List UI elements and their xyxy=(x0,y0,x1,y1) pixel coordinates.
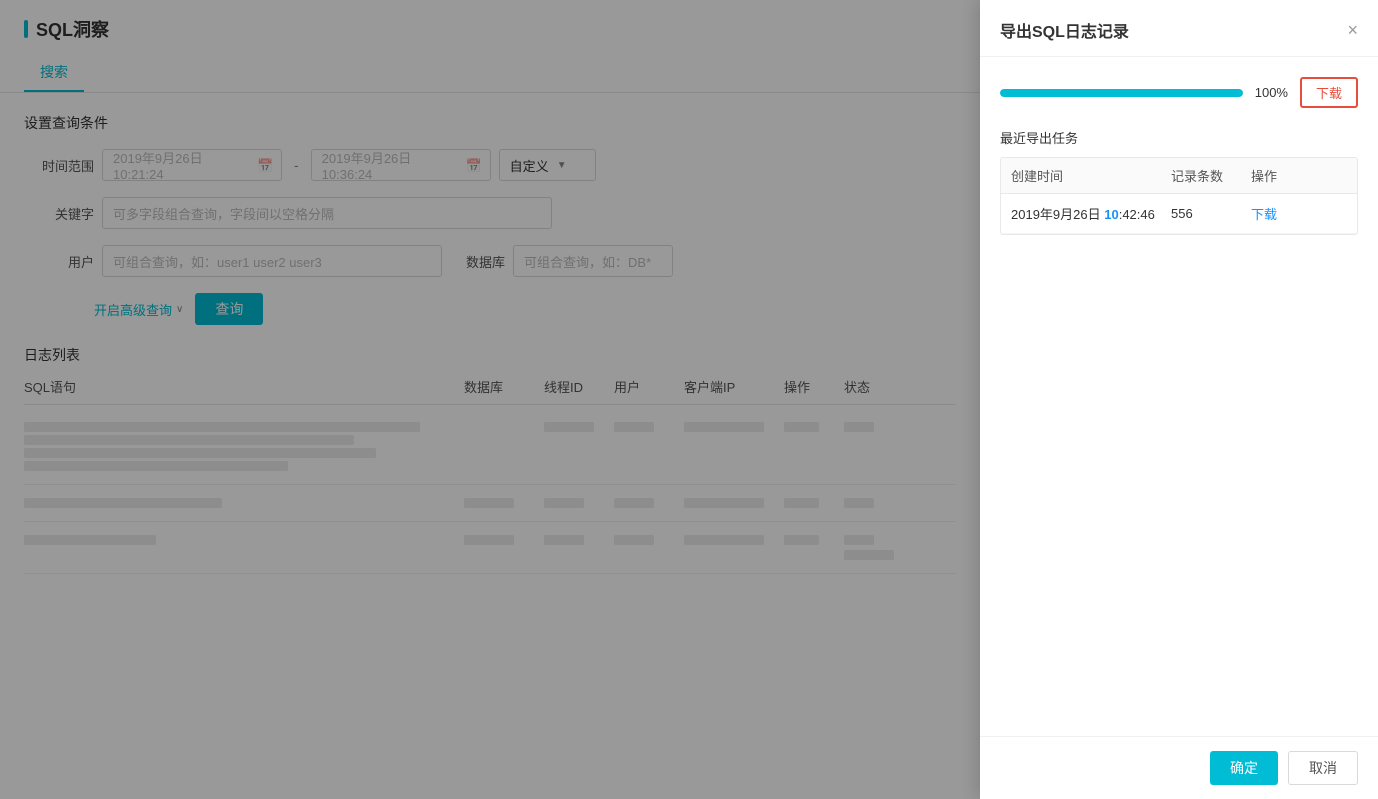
col-header-create-time: 创建时间 xyxy=(1011,166,1171,185)
progress-bar-fill xyxy=(1000,89,1243,97)
dialog-body: 100% 下载 最近导出任务 创建时间 记录条数 操作 2019年9月26日 1… xyxy=(980,57,1378,736)
col-header-action: 操作 xyxy=(1251,166,1347,185)
progress-percentage: 100% xyxy=(1255,85,1288,100)
export-download-link[interactable]: 下载 xyxy=(1251,207,1277,222)
export-count-cell: 556 xyxy=(1171,206,1251,221)
modal-overlay xyxy=(0,0,980,799)
export-action-cell: 下载 xyxy=(1251,204,1347,223)
cancel-button[interactable]: 取消 xyxy=(1288,751,1358,785)
recent-export-label: 最近导出任务 xyxy=(1000,128,1358,147)
export-time-cell: 2019年9月26日 10:42:46 xyxy=(1011,204,1171,223)
export-table-header: 创建时间 记录条数 操作 xyxy=(1001,158,1357,194)
close-icon[interactable]: × xyxy=(1347,21,1358,39)
export-dialog: 导出SQL日志记录 × 100% 下载 最近导出任务 创建时间 记录条数 操作 … xyxy=(980,0,1378,799)
export-table: 创建时间 记录条数 操作 2019年9月26日 10:42:46 556 下载 xyxy=(1000,157,1358,235)
progress-bar-container xyxy=(1000,89,1243,97)
download-button[interactable]: 下载 xyxy=(1300,77,1358,108)
export-time-prefix: 2019年9月26日 xyxy=(1011,207,1104,222)
export-table-row: 2019年9月26日 10:42:46 556 下载 xyxy=(1001,194,1357,234)
progress-section: 100% 下载 xyxy=(1000,77,1358,108)
dialog-header: 导出SQL日志记录 × xyxy=(980,0,1378,57)
col-header-record-count: 记录条数 xyxy=(1171,166,1251,185)
export-time-suffix: :42:46 xyxy=(1119,207,1155,222)
confirm-button[interactable]: 确定 xyxy=(1210,751,1278,785)
dialog-title: 导出SQL日志记录 xyxy=(1000,18,1129,42)
dialog-footer: 确定 取消 xyxy=(980,736,1378,799)
export-time-highlight: 10 xyxy=(1104,207,1118,222)
